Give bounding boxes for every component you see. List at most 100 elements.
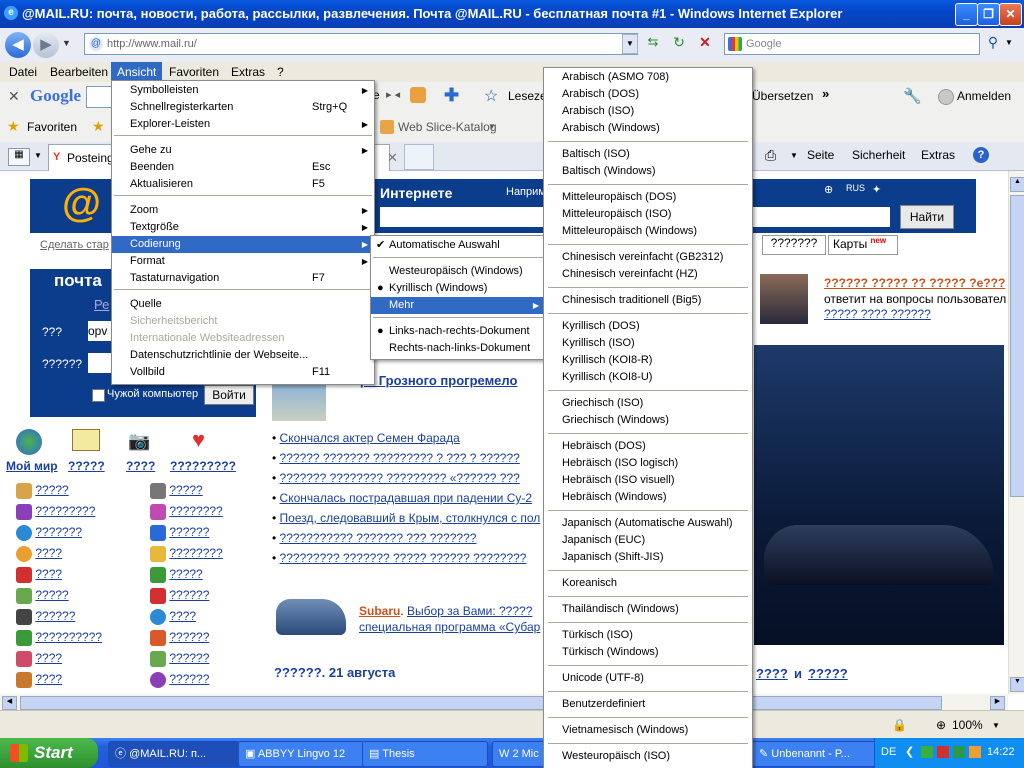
vertical-scrollbar[interactable]: ▲ ▼ — [1008, 171, 1024, 694]
encoding-item[interactable]: Arabisch (ISO) — [544, 103, 634, 120]
tray-app-icon[interactable] — [937, 746, 949, 758]
envelope-icon[interactable] — [72, 429, 100, 451]
search-options-icon[interactable]: ▼ — [1005, 38, 1013, 47]
encoding-item[interactable]: Hebräisch (ISO visuell) — [544, 472, 674, 489]
list-item[interactable]: ?????? — [16, 609, 136, 630]
forward-button[interactable]: ▶ — [33, 32, 59, 58]
list-item[interactable]: ?????? — [150, 651, 260, 672]
ad-line-2[interactable]: специальная программа «Субар — [359, 620, 544, 634]
task-word[interactable]: W 2 Mic — [492, 741, 550, 767]
service-link[interactable]: ????? — [169, 483, 202, 497]
scroll-up-icon[interactable]: ▲ — [1010, 177, 1024, 192]
encoding-item[interactable]: Arabisch (ASMO 708) — [544, 69, 669, 86]
bottom-link-2[interactable]: ????? — [808, 666, 848, 681]
service-link[interactable]: ???? — [35, 672, 62, 686]
list-item[interactable]: ???? — [16, 567, 136, 588]
scroll-down-icon[interactable]: ▼ — [1010, 677, 1024, 692]
news-item[interactable]: • Скончался актер Семен Фарада — [272, 431, 547, 451]
list-item[interactable]: ???? — [16, 672, 136, 693]
stop-icon[interactable]: ✕ — [696, 34, 714, 52]
safety-menu[interactable]: Sicherheit — [852, 148, 905, 162]
language-indicator[interactable]: DE — [881, 746, 896, 758]
zoom-page-icon[interactable]: ⊕ — [824, 183, 833, 196]
headline-link[interactable]: ре Грозного прогремело — [360, 373, 517, 388]
task-ie[interactable]: ⓔ @MAIL.RU: п... — [108, 741, 240, 767]
news-top-link[interactable]: ????? ???? ?????? — [824, 307, 931, 321]
tab-maps[interactable]: Карты new — [828, 235, 898, 255]
service-link[interactable]: ???? — [35, 567, 62, 581]
lang-icon[interactable]: RUS — [846, 183, 865, 193]
menu-item-schnellregisterkarten[interactable]: Schnellregisterkarten Strg+Q — [112, 99, 374, 116]
moy-mir-icon[interactable] — [16, 429, 42, 455]
zoom-dropdown-icon[interactable]: ▼ — [992, 721, 1000, 730]
header-link[interactable]: Наприм — [506, 186, 546, 198]
ad-text[interactable]: Выбор за Вами: ????? — [407, 604, 532, 618]
menu-item-symbolleisten[interactable]: Symbolleisten ▶ — [112, 82, 374, 99]
menu-item-links-nach-rechts[interactable]: ● Links-nach-rechts-Dokument — [371, 323, 545, 340]
menu-item-quelle[interactable]: Quelle — [112, 296, 374, 313]
toolbar-nav-icon[interactable]: ▸ ◂ — [386, 88, 400, 101]
camera-icon[interactable]: 📷 — [128, 431, 150, 452]
encoding-item[interactable]: Unicode (UTF-8) — [544, 670, 644, 687]
service-link[interactable]: ?????? — [169, 630, 209, 644]
task-lingvo[interactable]: ▣ ABBYY Lingvo 12 — [238, 741, 364, 767]
zoom-icon[interactable]: ⊕ — [936, 718, 946, 732]
service-link[interactable]: ???????? — [169, 504, 222, 518]
encoding-item[interactable]: Kyrillisch (ISO) — [544, 335, 635, 352]
encoding-item[interactable]: Griechisch (ISO) — [544, 395, 643, 412]
web-slice-dropdown-icon[interactable]: ▼ — [488, 122, 496, 131]
service-link[interactable]: ???? — [35, 546, 62, 560]
menu-favoriten[interactable]: Favoriten — [163, 62, 225, 82]
login-button[interactable]: Войти — [204, 385, 254, 405]
menu-item-beenden[interactable]: Beenden Esc — [112, 159, 374, 176]
menu-item-gehe-zu[interactable]: Gehe zu ▶ — [112, 142, 374, 159]
scroll-thumb[interactable] — [1010, 195, 1024, 497]
ad-car-image[interactable] — [276, 599, 346, 635]
zoom-level[interactable]: 100% — [952, 718, 983, 732]
menu-item-zoom[interactable]: Zoom ▶ — [112, 202, 374, 219]
tab-list-icon[interactable]: ▼ — [34, 151, 42, 160]
service-link[interactable]: ????? — [35, 588, 68, 602]
service-link[interactable]: ????? — [169, 567, 202, 581]
encoding-item[interactable]: Thailändisch (Windows) — [544, 601, 679, 618]
menu-item-vollbild[interactable]: Vollbild F11 — [112, 364, 374, 381]
list-item[interactable]: ?????????? — [16, 630, 136, 651]
search-button-icon[interactable]: ⚲ — [983, 34, 1003, 54]
menu-item-tastaturnavigation[interactable]: Tastaturnavigation F7 — [112, 270, 374, 287]
more-chevron-icon[interactable]: » — [822, 86, 829, 101]
menu-item-rechts-nach-links[interactable]: Rechts-nach-links-Dokument — [371, 340, 545, 357]
encoding-item[interactable]: Japanisch (EUC) — [544, 532, 645, 549]
service-link[interactable]: ?????? — [169, 588, 209, 602]
encoding-item[interactable]: Hebräisch (Windows) — [544, 489, 667, 506]
favorites-button[interactable]: Favoriten — [27, 120, 77, 134]
remember-checkbox[interactable] — [92, 389, 105, 402]
encoding-item[interactable]: Chinesisch vereinfacht (GB2312) — [544, 249, 723, 266]
icon-link-4[interactable]: ????????? — [170, 459, 236, 473]
encoding-item[interactable]: Arabisch (DOS) — [544, 86, 639, 103]
service-link[interactable]: ?????????? — [35, 630, 102, 644]
encoding-item[interactable]: Koreanisch — [544, 575, 617, 592]
web-slice-link[interactable]: Web Slice-Katalog — [398, 120, 497, 134]
service-link[interactable]: ?????? — [169, 672, 209, 686]
service-link[interactable]: ????????? — [35, 504, 95, 518]
address-dropdown-button[interactable]: ▼ — [622, 34, 638, 54]
icon-link-2[interactable]: ????? — [68, 459, 105, 473]
list-item[interactable]: ????? — [16, 588, 136, 609]
menu-help[interactable]: ? — [271, 62, 290, 82]
menu-item-format[interactable]: Format ▶ — [112, 253, 374, 270]
translate-button[interactable]: Übersetzen — [752, 89, 813, 103]
menu-item-codierung[interactable]: Codierung ▶ — [112, 236, 374, 253]
encoding-item[interactable]: Griechisch (Windows) — [544, 412, 669, 429]
encoding-item[interactable]: Baltisch (ISO) — [544, 146, 630, 163]
encoding-item[interactable]: Baltisch (Windows) — [544, 163, 656, 180]
new-tab-button[interactable] — [404, 144, 434, 170]
maximize-button[interactable]: ❐ — [977, 3, 1000, 26]
encoding-item[interactable]: Vietnamesisch (Windows) — [544, 722, 688, 739]
horizontal-scrollbar[interactable]: ◀ ▶ — [0, 694, 1008, 710]
tray-shield-icon[interactable] — [953, 746, 965, 758]
encoding-item[interactable]: Kyrillisch (KOI8-R) — [544, 352, 652, 369]
tray-arrow-icon[interactable]: ❮ — [905, 745, 914, 758]
news-item[interactable]: • ?????? ??????? ????????? ? ??? ? ?????… — [272, 451, 547, 471]
password-input[interactable] — [88, 353, 112, 373]
protected-mode-icon[interactable]: 🔒 — [892, 718, 907, 732]
